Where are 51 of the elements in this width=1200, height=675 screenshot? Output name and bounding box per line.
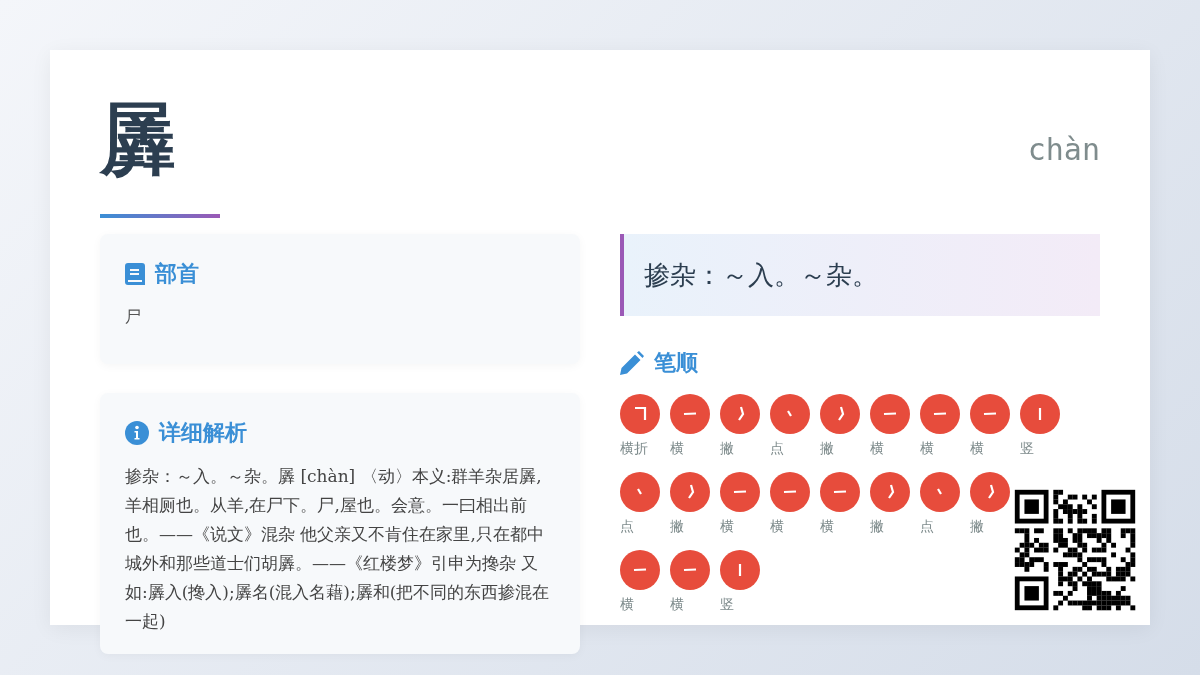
stroke-name: 竖: [720, 596, 734, 614]
detail-text: 掺杂：～入。～杂。羼 [chàn] 〈动〉本义:群羊杂居羼,羊相厕也。从羊,在尸下。尸,屋也。会意。一曰相出前也。——《说文》混杂 他父亲又不肯住在家里,只在都中城外和那些道士们胡羼。——《红楼梦》引申为搀杂 又如:羼入(搀入);羼名(混入名藉);羼和(把不同的东西掺混在一起): [125, 465, 551, 633]
stroke-icon: [970, 394, 1010, 434]
stroke-icon: [820, 394, 860, 434]
stroke-icon: [1020, 394, 1060, 434]
stroke-name: 横: [720, 518, 734, 536]
stroke-icon: [720, 472, 760, 512]
stroke-name: 横: [670, 596, 684, 614]
stroke-name: 横: [620, 596, 634, 614]
stroke-icon: [620, 550, 660, 590]
stroke-name: 横折: [620, 440, 648, 458]
pinyin-text: chàn: [1027, 132, 1100, 167]
stroke-name: 横: [670, 440, 684, 458]
stroke-name: 横: [770, 518, 784, 536]
stroke-name: 撇: [870, 518, 884, 536]
detail-title: 详细解析: [159, 418, 247, 447]
stroke-icon: [720, 550, 760, 590]
stroke-icon: [670, 472, 710, 512]
stroke-icon: [870, 472, 910, 512]
stroke-icon: [620, 472, 660, 512]
stroke-icon: [770, 394, 810, 434]
definition-text: 掺杂：～入。～杂。: [644, 258, 878, 292]
stroke-icon: [770, 472, 810, 512]
stroke-icon: [620, 394, 660, 434]
stroke-name: 撇: [670, 518, 684, 536]
stroke-name: 撇: [970, 518, 984, 536]
stroke-icon: [820, 472, 860, 512]
stroke-icon: [920, 472, 960, 512]
stroke-name: 点: [620, 518, 634, 536]
character-heading: 羼: [100, 94, 177, 186]
radical-value: 尸: [125, 307, 142, 328]
stroke-name: 撇: [820, 440, 834, 458]
stroke-icon: [670, 550, 710, 590]
stroke-icon: [720, 394, 760, 434]
stroke-order-title: 笔顺: [654, 348, 698, 377]
stroke-icon: [920, 394, 960, 434]
stroke-name: 竖: [1020, 440, 1034, 458]
stroke-name: 横: [870, 440, 884, 458]
stroke-name: 横: [970, 440, 984, 458]
info-icon: [125, 421, 149, 445]
pencil-icon: [620, 351, 644, 375]
stroke-icon: [870, 394, 910, 434]
book-icon: [125, 263, 145, 285]
stroke-name: 横: [920, 440, 934, 458]
stroke-name: 撇: [720, 440, 734, 458]
stroke-name: 横: [820, 518, 834, 536]
radical-title: 部首: [155, 259, 199, 288]
stroke-icon: [970, 472, 1010, 512]
stroke-name: 点: [920, 518, 934, 536]
stroke-icon: [670, 394, 710, 434]
stroke-name: 点: [770, 440, 784, 458]
